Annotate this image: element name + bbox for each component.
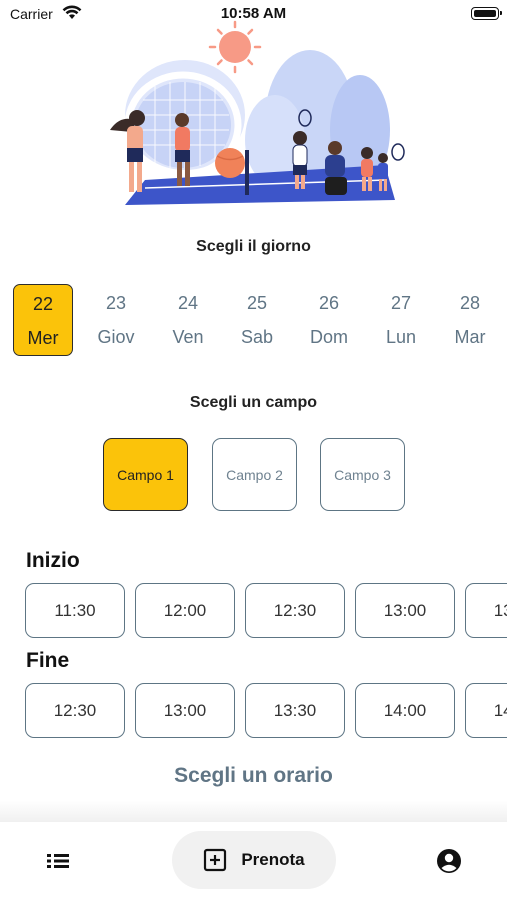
day-option[interactable]: 22 Mer: [13, 284, 73, 356]
day-option[interactable]: 25 Sab: [227, 284, 287, 356]
start-time-option[interactable]: 11:30: [25, 583, 125, 638]
day-name: Ven: [172, 327, 204, 347]
day-number: 22: [32, 294, 54, 314]
end-time-option[interactable]: 14:00: [355, 683, 455, 738]
book-tab-button[interactable]: Prenota: [172, 831, 336, 889]
start-time-option[interactable]: 13:00: [355, 583, 455, 638]
end-time-option[interactable]: 13:30: [245, 683, 345, 738]
end-time-option[interactable]: 14:30: [465, 683, 507, 738]
list-icon[interactable]: [45, 850, 71, 872]
tennis-illustration: [110, 20, 405, 205]
day-name: Mer: [27, 328, 59, 348]
day-number: 23: [105, 293, 127, 313]
day-name: Sab: [240, 327, 274, 347]
sun-icon: [208, 20, 262, 74]
add-box-icon: [204, 848, 227, 872]
bottom-tab-bar: Prenota: [0, 822, 507, 900]
end-time-option[interactable]: 12:30: [25, 683, 125, 738]
start-time-option[interactable]: 12:30: [245, 583, 345, 638]
day-number: 26: [318, 293, 340, 313]
day-option[interactable]: 28 Mar: [440, 284, 500, 356]
start-time-label: Inizio: [26, 549, 80, 572]
day-number: 24: [177, 293, 199, 313]
book-tab-label: Prenota: [241, 850, 305, 869]
choose-time-prompt: Scegli un orario: [174, 764, 333, 787]
day-name: Mar: [454, 327, 486, 347]
day-option[interactable]: 27 Lun: [371, 284, 431, 356]
day-name: Giov: [97, 327, 135, 347]
day-section-title: Scegli il giorno: [196, 238, 311, 255]
court-selector: Campo 1 Campo 2 Campo 3: [0, 438, 507, 512]
court-section-title: Scegli un campo: [189, 394, 318, 411]
battery-icon: [471, 7, 502, 20]
end-time-scroller[interactable]: 12:30 13:00 13:30 14:00 14:30: [0, 683, 507, 741]
start-time-option[interactable]: 12:00: [135, 583, 235, 638]
day-number: 27: [390, 293, 412, 313]
day-name: Dom: [309, 327, 348, 347]
end-time-label: Fine: [26, 649, 70, 672]
court-option[interactable]: Campo 1: [103, 438, 188, 511]
day-option[interactable]: 26 Dom: [299, 284, 359, 356]
tabbar-shadow: [0, 800, 507, 822]
day-selector: 22 Mer 23 Giov 24 Ven 25 Sab 26 Dom 27 L…: [13, 284, 507, 358]
day-option[interactable]: 24 Ven: [158, 284, 218, 356]
day-name: Lun: [385, 327, 417, 347]
day-number: 28: [459, 293, 481, 313]
account-circle-icon[interactable]: [436, 848, 462, 874]
day-number: 25: [246, 293, 268, 313]
court-option[interactable]: Campo 3: [320, 438, 405, 511]
day-option[interactable]: 23 Giov: [86, 284, 146, 356]
start-time-scroller[interactable]: 11:30 12:00 12:30 13:00 13:30: [0, 583, 507, 641]
start-time-option[interactable]: 13:30: [465, 583, 507, 638]
end-time-option[interactable]: 13:00: [135, 683, 235, 738]
court-option[interactable]: Campo 2: [212, 438, 297, 511]
